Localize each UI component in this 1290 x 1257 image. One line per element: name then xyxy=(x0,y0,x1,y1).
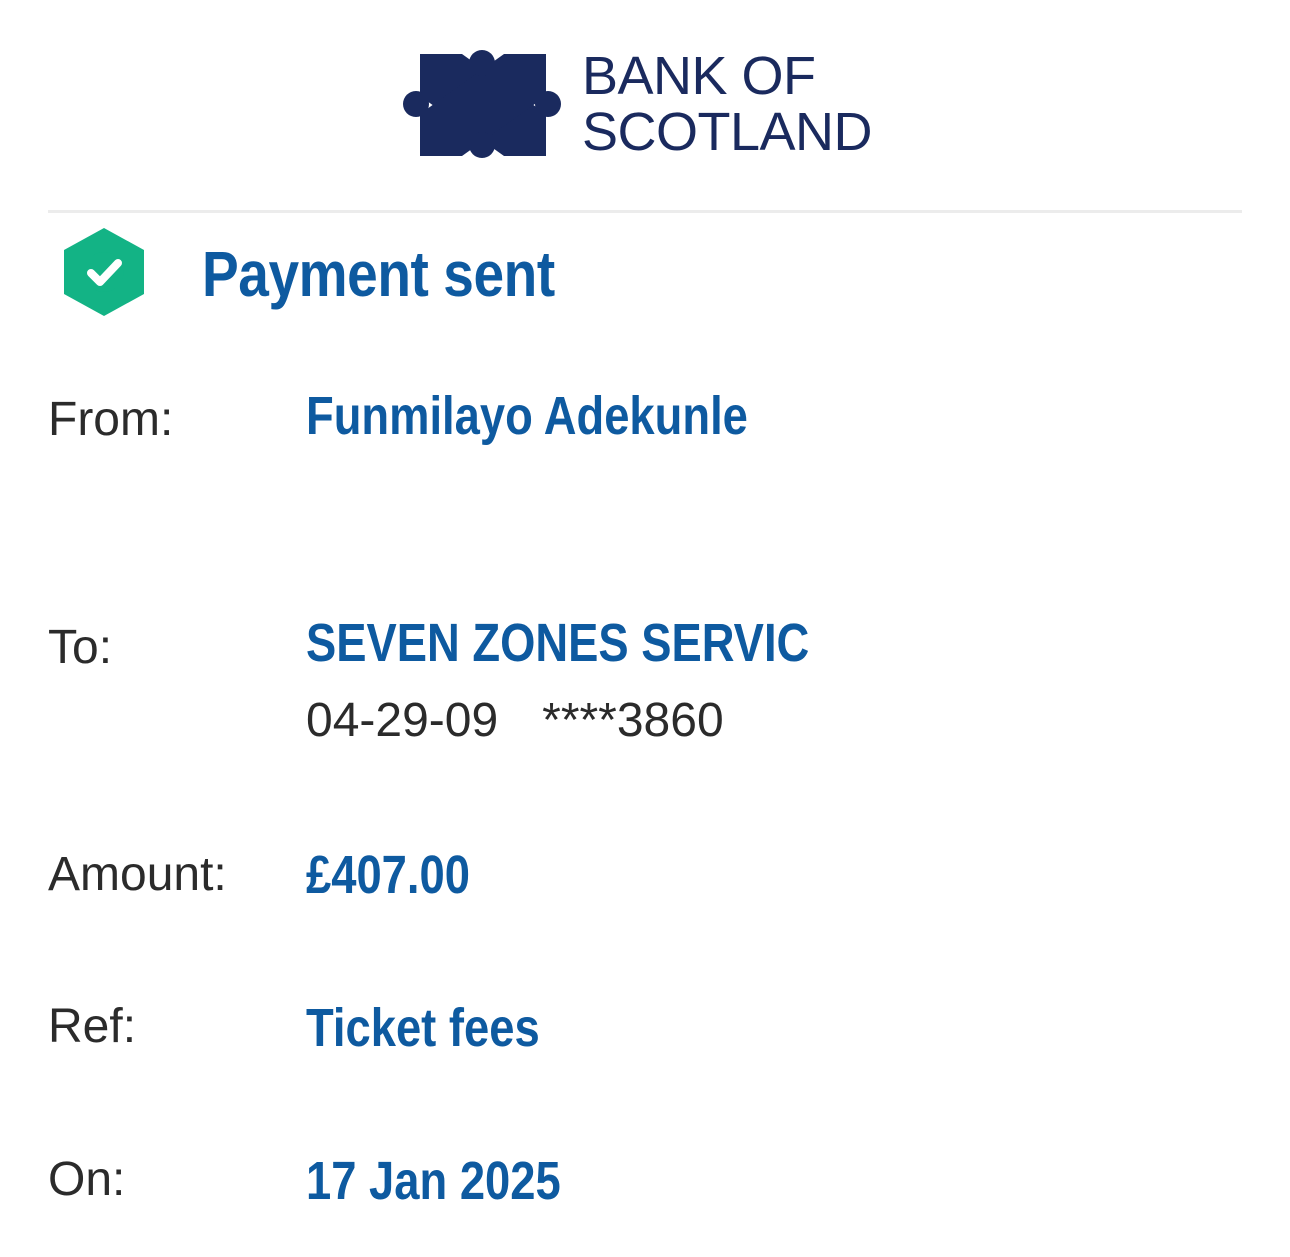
account-number: ****3860 xyxy=(542,694,724,747)
saltire-logo-icon xyxy=(403,50,561,158)
bank-name-line2: SCOTLAND xyxy=(582,102,873,162)
from-value: Funmilayo Adekunle xyxy=(306,386,748,446)
amount-label: Amount: xyxy=(48,848,227,901)
payment-status-title: Payment sent xyxy=(202,238,555,310)
to-account-details: 04-29-09 ****3860 xyxy=(306,693,724,749)
bank-name-line1: BANK OF xyxy=(582,46,816,106)
on-value: 17 Jan 2025 xyxy=(306,1151,561,1211)
check-hexagon-icon xyxy=(64,228,144,316)
bank-name: BANK OF SCOTLAND xyxy=(582,46,873,162)
ref-label: Ref: xyxy=(48,1000,137,1053)
to-value: SEVEN ZONES SERVIC xyxy=(306,613,810,673)
on-label: On: xyxy=(48,1153,126,1206)
amount-value: £407.00 xyxy=(306,845,470,905)
to-label: To: xyxy=(48,621,113,674)
ref-value: Ticket fees xyxy=(306,998,540,1058)
header-divider xyxy=(48,210,1242,213)
sort-code: 04-29-09 xyxy=(306,694,499,747)
from-label: From: xyxy=(48,393,174,446)
bank-logo: BANK OF SCOTLAND xyxy=(400,46,900,166)
